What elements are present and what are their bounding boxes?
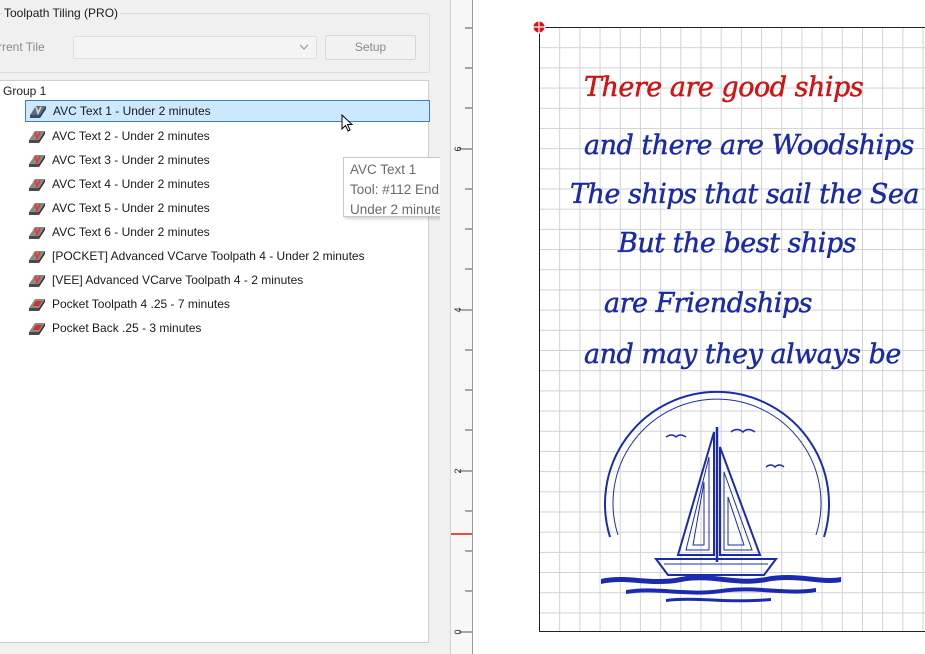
toolpath-panel: Toolpath Tiling (PRO) rrent Tile Setup G… bbox=[0, 0, 534, 654]
tree-item-vee-avc-4[interactable]: [VEE] Advanced VCarve Toolpath 4 - 2 min… bbox=[25, 269, 429, 291]
tree-item-label: AVC Text 4 - Under 2 minutes bbox=[52, 177, 210, 191]
vcarve-toolpath-icon bbox=[29, 179, 45, 191]
vcarve-toolpath-icon bbox=[30, 106, 46, 118]
tree-item-label: [POCKET] Advanced VCarve Toolpath 4 - Un… bbox=[52, 249, 365, 263]
vcarve-toolpath-icon bbox=[29, 251, 45, 263]
tree-item-avc-text-2[interactable]: AVC Text 2 - Under 2 minutes bbox=[25, 125, 429, 147]
origin-marker-icon bbox=[532, 20, 546, 34]
toolpath-tiling-title: Toolpath Tiling (PRO) bbox=[2, 6, 121, 20]
tree-item-label: Pocket Back .25 - 3 minutes bbox=[52, 321, 202, 335]
design-text-line-5[interactable]: are Friendships bbox=[604, 288, 813, 319]
mouse-cursor-icon bbox=[341, 114, 354, 132]
tree-item-label: Pocket Toolpath 4 .25 - 7 minutes bbox=[52, 297, 230, 311]
vcarve-toolpath-icon bbox=[29, 275, 45, 287]
design-text-line-1[interactable]: There are good ships bbox=[584, 72, 864, 103]
pocket-toolpath-icon bbox=[29, 323, 45, 335]
tree-group-label[interactable]: Group 1 bbox=[3, 84, 46, 98]
design-text-line-6[interactable]: and may they always be bbox=[584, 339, 902, 370]
design-text-line-2[interactable]: and there are Woodships bbox=[584, 130, 915, 161]
tree-item-label: AVC Text 5 - Under 2 minutes bbox=[52, 201, 210, 215]
tree-item-label: AVC Text 1 - Under 2 minutes bbox=[53, 104, 211, 118]
ruler-label-4: 4 bbox=[453, 307, 463, 312]
tree-item-pocket-avc-4[interactable]: [POCKET] Advanced VCarve Toolpath 4 - Un… bbox=[25, 245, 429, 267]
pocket-toolpath-icon bbox=[29, 299, 45, 311]
ruler-label-6: 6 bbox=[453, 146, 463, 151]
tree-item-avc-text-1[interactable]: AVC Text 1 - Under 2 minutes bbox=[25, 100, 430, 122]
vertical-ruler: 6 4 2 0 bbox=[450, 0, 473, 654]
vcarve-toolpath-icon bbox=[29, 131, 45, 143]
vcarve-toolpath-icon bbox=[29, 203, 45, 215]
design-text-line-3[interactable]: The ships that sail the Sea bbox=[570, 179, 920, 210]
tree-item-label: AVC Text 3 - Under 2 minutes bbox=[52, 153, 210, 167]
vcarve-toolpath-icon bbox=[29, 227, 45, 239]
sailboat-artwork[interactable] bbox=[596, 387, 846, 612]
ruler-label-0: 0 bbox=[453, 629, 463, 634]
current-tile-select[interactable] bbox=[73, 36, 317, 59]
chevron-down-icon bbox=[299, 44, 309, 50]
design-text-line-4[interactable]: But the best ships bbox=[618, 228, 857, 259]
tree-item-pocket-toolpath-4[interactable]: Pocket Toolpath 4 .25 - 7 minutes bbox=[25, 293, 429, 315]
tree-item-pocket-back[interactable]: Pocket Back .25 - 3 minutes bbox=[25, 317, 429, 339]
ruler-label-2: 2 bbox=[453, 468, 463, 473]
tree-item-label: AVC Text 6 - Under 2 minutes bbox=[52, 225, 210, 239]
tree-item-label: [VEE] Advanced VCarve Toolpath 4 - 2 min… bbox=[52, 273, 304, 287]
design-canvas[interactable]: There are good ships and there are Woods… bbox=[472, 0, 925, 654]
vcarve-toolpath-icon bbox=[29, 155, 45, 167]
current-tile-label: rrent Tile bbox=[0, 40, 45, 54]
setup-button[interactable]: Setup bbox=[325, 35, 416, 60]
panel-divider[interactable] bbox=[440, 0, 450, 654]
tree-item-label: AVC Text 2 - Under 2 minutes bbox=[52, 129, 210, 143]
tree-item-avc-text-6[interactable]: AVC Text 6 - Under 2 minutes bbox=[25, 221, 429, 243]
